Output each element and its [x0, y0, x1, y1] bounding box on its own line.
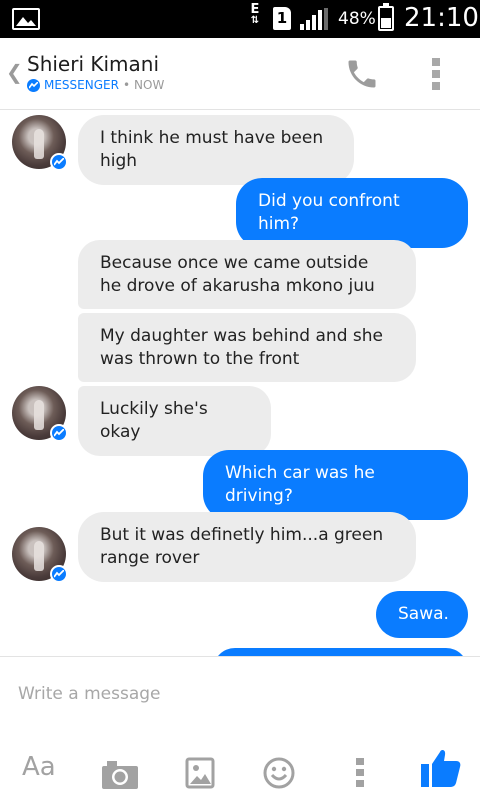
battery-icon [378, 3, 394, 31]
outgoing-message[interactable]: Did you confront him? [236, 178, 468, 248]
gallery-notification-icon [12, 8, 40, 30]
composer-toolbar: Aa [0, 745, 480, 789]
messenger-icon [27, 78, 40, 92]
emoji-icon[interactable] [263, 751, 295, 795]
incoming-message[interactable]: My daughter was behind and she was throw… [78, 313, 416, 382]
text-format-icon[interactable]: Aa [22, 745, 56, 789]
presence-time: NOW [134, 78, 165, 92]
contact-avatar[interactable] [12, 527, 68, 583]
status-bar: E ⇅ 1 48% 21:10 [0, 0, 480, 38]
like-icon[interactable] [420, 745, 462, 789]
message-list[interactable]: I think he must have been high Did you c… [0, 111, 480, 656]
clock: 21:10 [404, 3, 479, 33]
battery-percent: 48% [338, 9, 376, 29]
phone-icon[interactable] [344, 56, 380, 92]
gallery-icon[interactable] [185, 751, 215, 795]
camera-icon[interactable] [101, 753, 139, 797]
more-vertical-icon[interactable] [432, 58, 440, 94]
incoming-message[interactable]: Because once we came outside he drove of… [78, 240, 416, 309]
messenger-badge-icon [50, 565, 68, 583]
signal-icon [300, 8, 328, 30]
outgoing-message[interactable]: Which car was he driving? [203, 450, 468, 520]
incoming-message[interactable]: Luckily she's okay [78, 386, 271, 456]
separator-dot: • [122, 78, 131, 92]
contact-name[interactable]: Shieri Kimani [27, 52, 159, 76]
app-label: MESSENGER [44, 78, 119, 92]
outgoing-message[interactable]: Sawa. [376, 591, 468, 638]
outgoing-message-partial[interactable] [213, 648, 468, 656]
conversation-header: ❮ Shieri Kimani MESSENGER • NOW [0, 38, 480, 110]
contact-avatar[interactable] [12, 115, 68, 171]
messenger-badge-icon [50, 153, 68, 171]
composer: Aa [0, 656, 480, 800]
network-type: E ⇅ [250, 2, 260, 26]
more-vertical-icon[interactable] [355, 751, 365, 795]
incoming-message[interactable]: I think he must have been high [78, 115, 354, 185]
sim-indicator: 1 [273, 7, 291, 30]
chevron-left-icon[interactable]: ❮ [6, 60, 23, 84]
contact-avatar[interactable] [12, 386, 68, 442]
message-input[interactable] [12, 677, 462, 711]
messenger-badge-icon [50, 424, 68, 442]
incoming-message[interactable]: But it was definetly him...a green range… [78, 512, 416, 582]
presence-line: MESSENGER • NOW [27, 78, 164, 92]
